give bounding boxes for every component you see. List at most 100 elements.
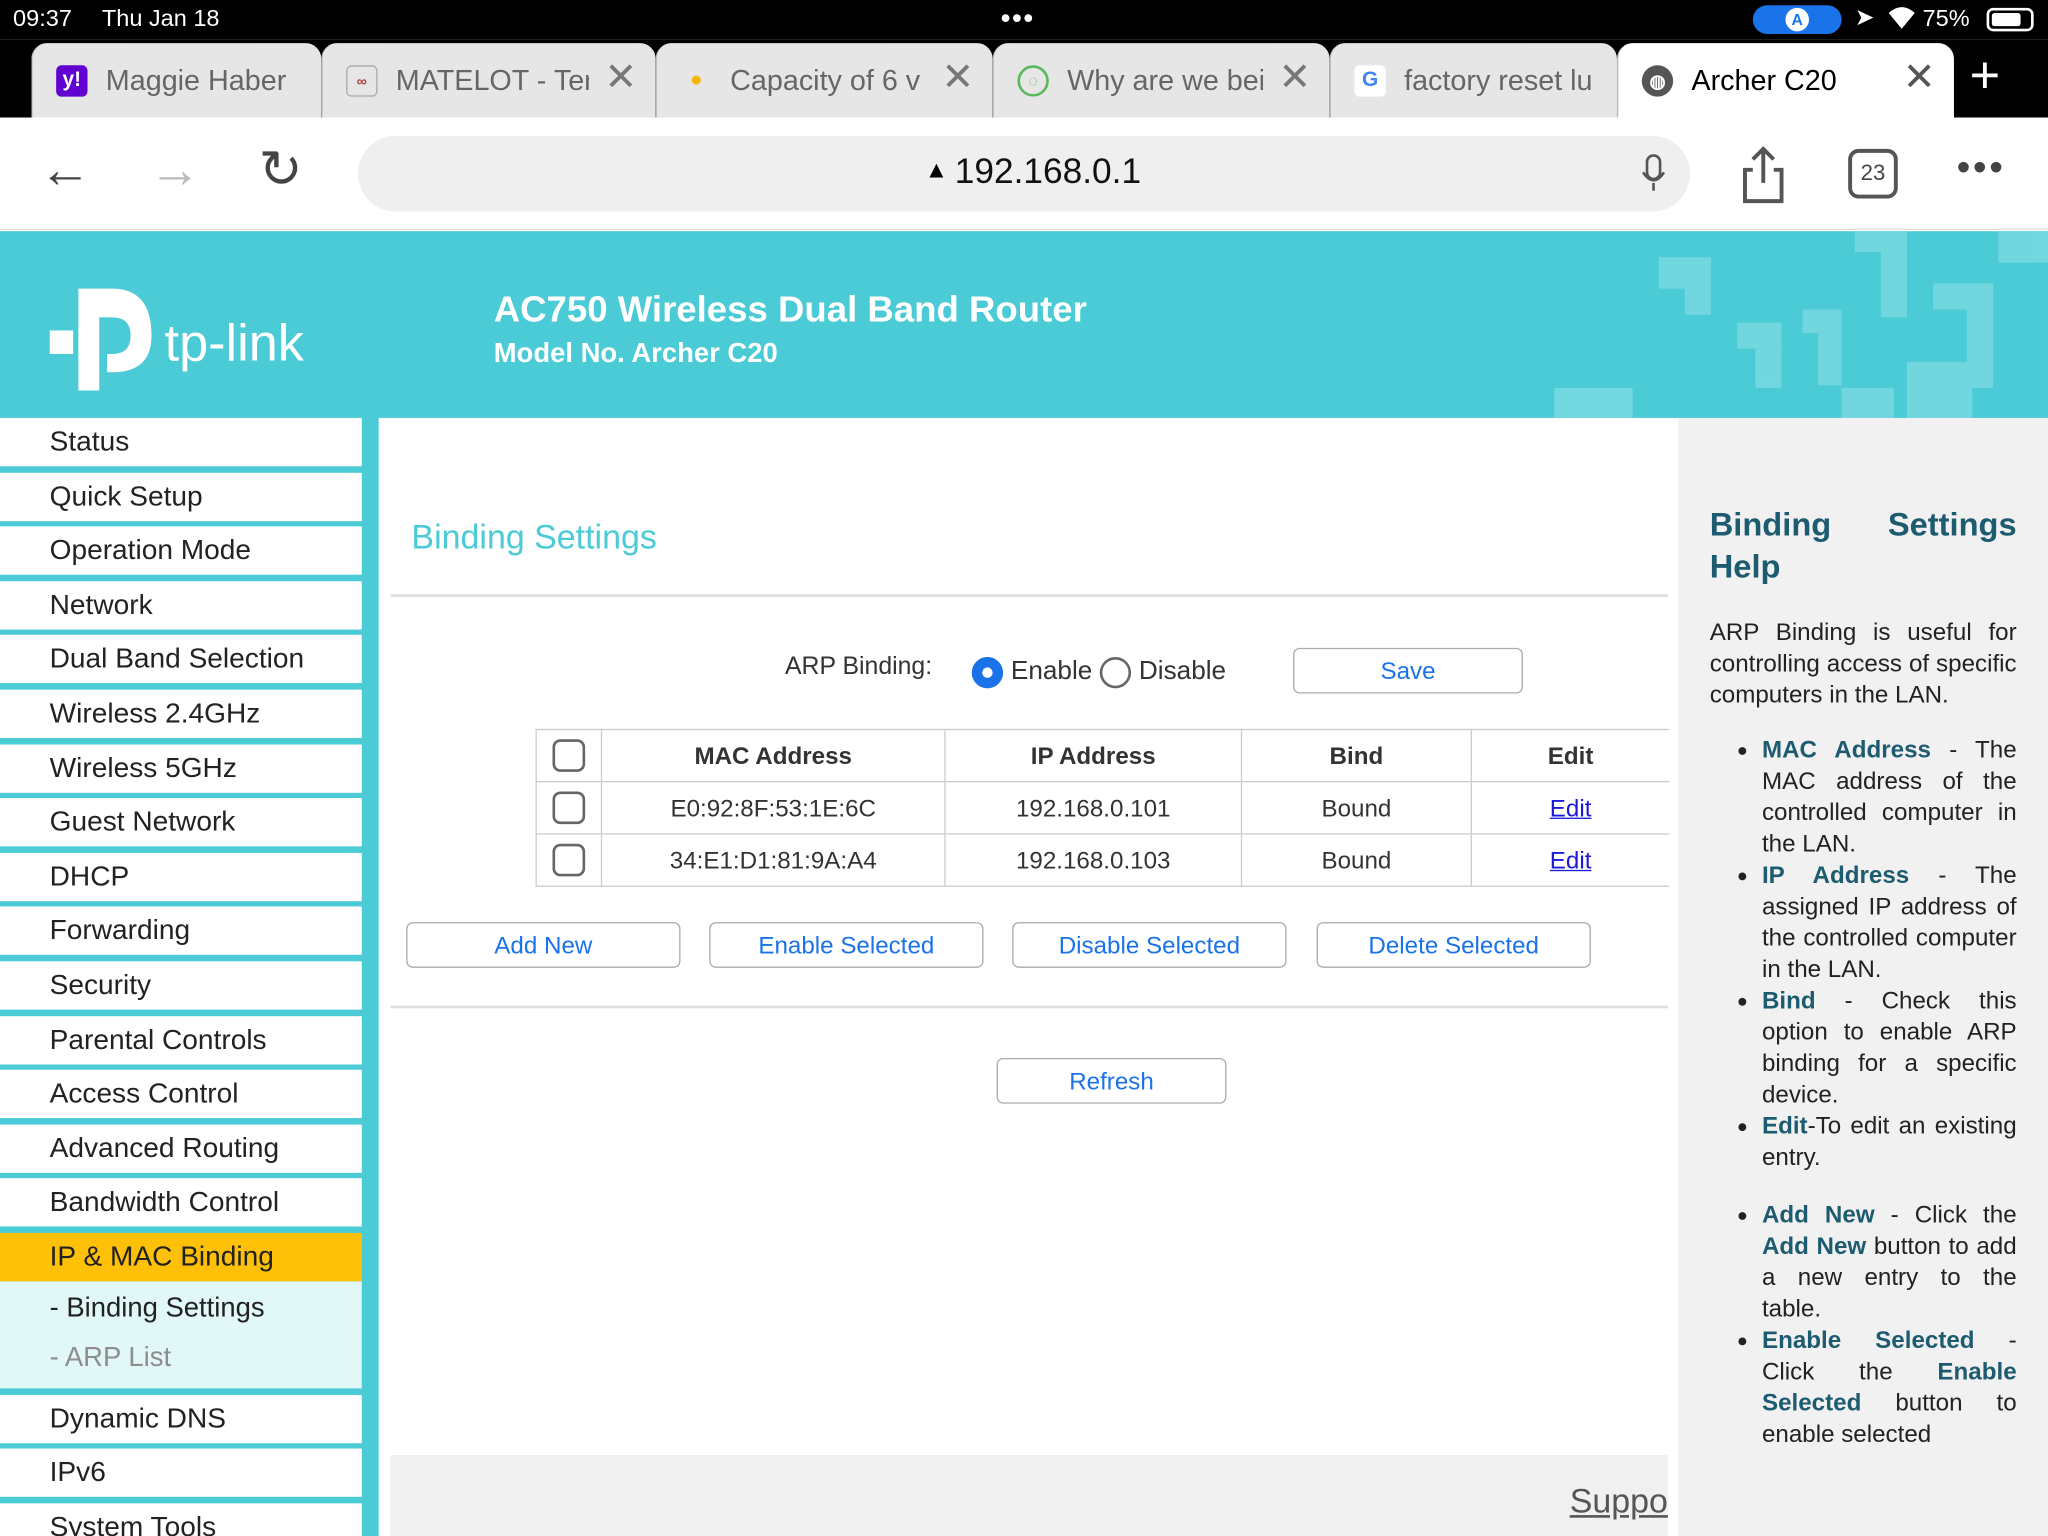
- page-title: Binding Settings: [411, 517, 657, 557]
- yahoo-icon: y!: [56, 65, 88, 97]
- sidebar-item-operation-mode[interactable]: Operation Mode: [0, 526, 362, 575]
- table-row: E0:92:8F:53:1E:6C 192.168.0.101 Bound Ed…: [535, 781, 1670, 835]
- arp-binding-label: ARP Binding:: [784, 653, 933, 681]
- reload-icon[interactable]: ↻: [259, 144, 303, 196]
- help-intro: ARP Binding is useful for controlling ac…: [1709, 617, 2017, 708]
- disable-selected-button[interactable]: Disable Selected: [1012, 922, 1287, 968]
- add-new-button[interactable]: Add New: [406, 922, 681, 968]
- tab-title: Archer C20: [1691, 63, 1837, 97]
- footer-bar: Suppo: [390, 1455, 1668, 1536]
- microphone-icon[interactable]: [1640, 154, 1666, 193]
- divider: [390, 594, 1668, 597]
- status-bar: 09:37 Thu Jan 18 ••• A ➤ 75%: [0, 0, 2048, 40]
- tab-why-are-we[interactable]: ◌ Why are we bei ✕: [992, 43, 1330, 118]
- router-header: tp-link AC750 Wireless Dual Band Router …: [0, 231, 2048, 418]
- back-arrow-icon[interactable]: ←: [39, 144, 91, 196]
- sidebar-item-wireless-24[interactable]: Wireless 2.4GHz: [0, 689, 362, 738]
- router-model: Model No. Archer C20: [493, 338, 778, 369]
- location-pill-icon: A: [1752, 5, 1842, 34]
- help-item: MAC Address - The MAC address of the con…: [1762, 734, 2017, 859]
- help-item: Bind - Check this option to enable ARP b…: [1762, 985, 2017, 1110]
- sidebar-item-quick-setup[interactable]: Quick Setup: [0, 472, 362, 521]
- tp-link-logo-icon: [49, 288, 152, 391]
- tab-maggie-haber[interactable]: y! Maggie Haber: [31, 43, 322, 118]
- status-time: 09:37: [13, 5, 72, 32]
- support-link[interactable]: Suppo: [1570, 1481, 1668, 1521]
- cell-mac: 34:E1:D1:81:9A:A4: [601, 833, 946, 887]
- row-checkbox[interactable]: [552, 843, 586, 877]
- close-tab-icon[interactable]: ✕: [942, 58, 975, 98]
- sidebar-item-ip-mac-binding[interactable]: IP & MAC Binding: [0, 1232, 362, 1282]
- sidebar-subitem-binding-settings[interactable]: - Binding Settings: [50, 1284, 362, 1334]
- tab-title: MATELOT - Ter: [395, 63, 590, 97]
- sidebar-item-ipv6[interactable]: IPv6: [0, 1448, 362, 1497]
- sidebar-item-advanced-routing[interactable]: Advanced Routing: [0, 1124, 362, 1173]
- tab-title: factory reset lu: [1404, 63, 1593, 97]
- sidebar-submenu: - Binding Settings - ARP List: [0, 1281, 362, 1389]
- sidebar-item-dynamic-dns[interactable]: Dynamic DNS: [0, 1394, 362, 1443]
- tab-strip: y! Maggie Haber ∞ MATELOT - Ter ✕ ● Capa…: [0, 39, 2048, 118]
- sidebar-subitem-arp-list[interactable]: - ARP List: [50, 1333, 362, 1383]
- address-bar[interactable]: ▲ 192.168.0.1: [357, 135, 1691, 212]
- forward-arrow-icon[interactable]: →: [149, 144, 201, 196]
- matelot-icon: ∞: [346, 65, 378, 97]
- refresh-button[interactable]: Refresh: [996, 1057, 1227, 1104]
- tab-matelot[interactable]: ∞ MATELOT - Ter ✕: [321, 43, 656, 118]
- enable-selected-button[interactable]: Enable Selected: [709, 922, 984, 968]
- sidebar-item-security[interactable]: Security: [0, 961, 362, 1010]
- row-checkbox[interactable]: [552, 791, 586, 825]
- cell-mac: E0:92:8F:53:1E:6C: [601, 781, 946, 835]
- sidebar-item-guest-network[interactable]: Guest Network: [0, 798, 362, 847]
- decorative-pattern: [1554, 231, 2048, 418]
- save-button[interactable]: Save: [1293, 647, 1523, 694]
- tab-archer-c20[interactable]: ◍ Archer C20 ✕: [1616, 43, 1954, 118]
- brand-name: tp-link: [164, 314, 304, 373]
- new-tab-plus-icon[interactable]: +: [1970, 50, 2001, 102]
- sidebar-item-access-control[interactable]: Access Control: [0, 1069, 362, 1119]
- sidebar-item-parental-controls[interactable]: Parental Controls: [0, 1015, 362, 1064]
- more-options-icon[interactable]: •••: [1957, 146, 2006, 190]
- tab-count-button[interactable]: 23: [1848, 148, 1898, 199]
- google-icon: G: [1354, 65, 1386, 97]
- arp-disable-radio[interactable]: [1099, 656, 1132, 689]
- router-title: AC750 Wireless Dual Band Router: [493, 288, 1087, 330]
- divider: [390, 1005, 1668, 1009]
- tab-factory-reset[interactable]: G factory reset lu: [1329, 43, 1617, 118]
- sidebar-item-system-tools[interactable]: System Tools: [0, 1502, 362, 1536]
- multitask-dots-icon[interactable]: •••: [1000, 1, 1034, 35]
- sidebar-item-status[interactable]: Status: [0, 417, 362, 467]
- help-item: Add New - Click the Add New button to ad…: [1762, 1199, 2017, 1324]
- tab-capacity[interactable]: ● Capacity of 6 v ✕: [655, 43, 993, 118]
- close-tab-icon[interactable]: ✕: [1903, 58, 1936, 98]
- sidebar-item-dual-band[interactable]: Dual Band Selection: [0, 635, 362, 684]
- main-content: Binding Settings ARP Binding: Enable Dis…: [378, 417, 1679, 1536]
- edit-link[interactable]: Edit: [1550, 793, 1592, 820]
- bulb-icon: ●: [689, 69, 703, 92]
- col-bind: Bind: [1241, 728, 1472, 783]
- table-row: 34:E1:D1:81:9A:A4 192.168.0.103 Bound Ed…: [535, 833, 1670, 887]
- close-tab-icon[interactable]: ✕: [1279, 58, 1312, 98]
- cell-ip: 192.168.0.101: [944, 781, 1243, 835]
- sidebar-item-bandwidth-control[interactable]: Bandwidth Control: [0, 1178, 362, 1227]
- cell-bind: Bound: [1241, 781, 1472, 835]
- sidebar-item-network[interactable]: Network: [0, 580, 362, 630]
- delete-selected-button[interactable]: Delete Selected: [1316, 922, 1591, 968]
- col-mac-address: MAC Address: [601, 728, 946, 783]
- tab-title: Maggie Haber: [105, 63, 287, 97]
- arp-enable-radio[interactable]: [971, 656, 1004, 689]
- binding-table: MAC Address IP Address Bind Edit E0:92:8…: [535, 728, 1670, 887]
- col-ip-address: IP Address: [944, 728, 1243, 783]
- sidebar-menu: Status Quick Setup Operation Mode Networ…: [0, 417, 379, 1536]
- sidebar-item-wireless-5[interactable]: Wireless 5GHz: [0, 743, 362, 793]
- table-header-row: MAC Address IP Address Bind Edit: [535, 728, 1670, 783]
- wifi-icon: [1886, 3, 1917, 38]
- sidebar-item-dhcp[interactable]: DHCP: [0, 852, 362, 901]
- sidebar-item-forwarding[interactable]: Forwarding: [0, 906, 362, 956]
- cell-bind: Bound: [1241, 833, 1472, 887]
- help-title-line1: Binding Settings: [1709, 506, 2017, 544]
- close-tab-icon[interactable]: ✕: [605, 58, 638, 98]
- select-all-checkbox[interactable]: [552, 739, 586, 772]
- col-edit: Edit: [1471, 728, 1670, 783]
- edit-link[interactable]: Edit: [1550, 846, 1592, 873]
- share-icon[interactable]: [1740, 146, 1787, 204]
